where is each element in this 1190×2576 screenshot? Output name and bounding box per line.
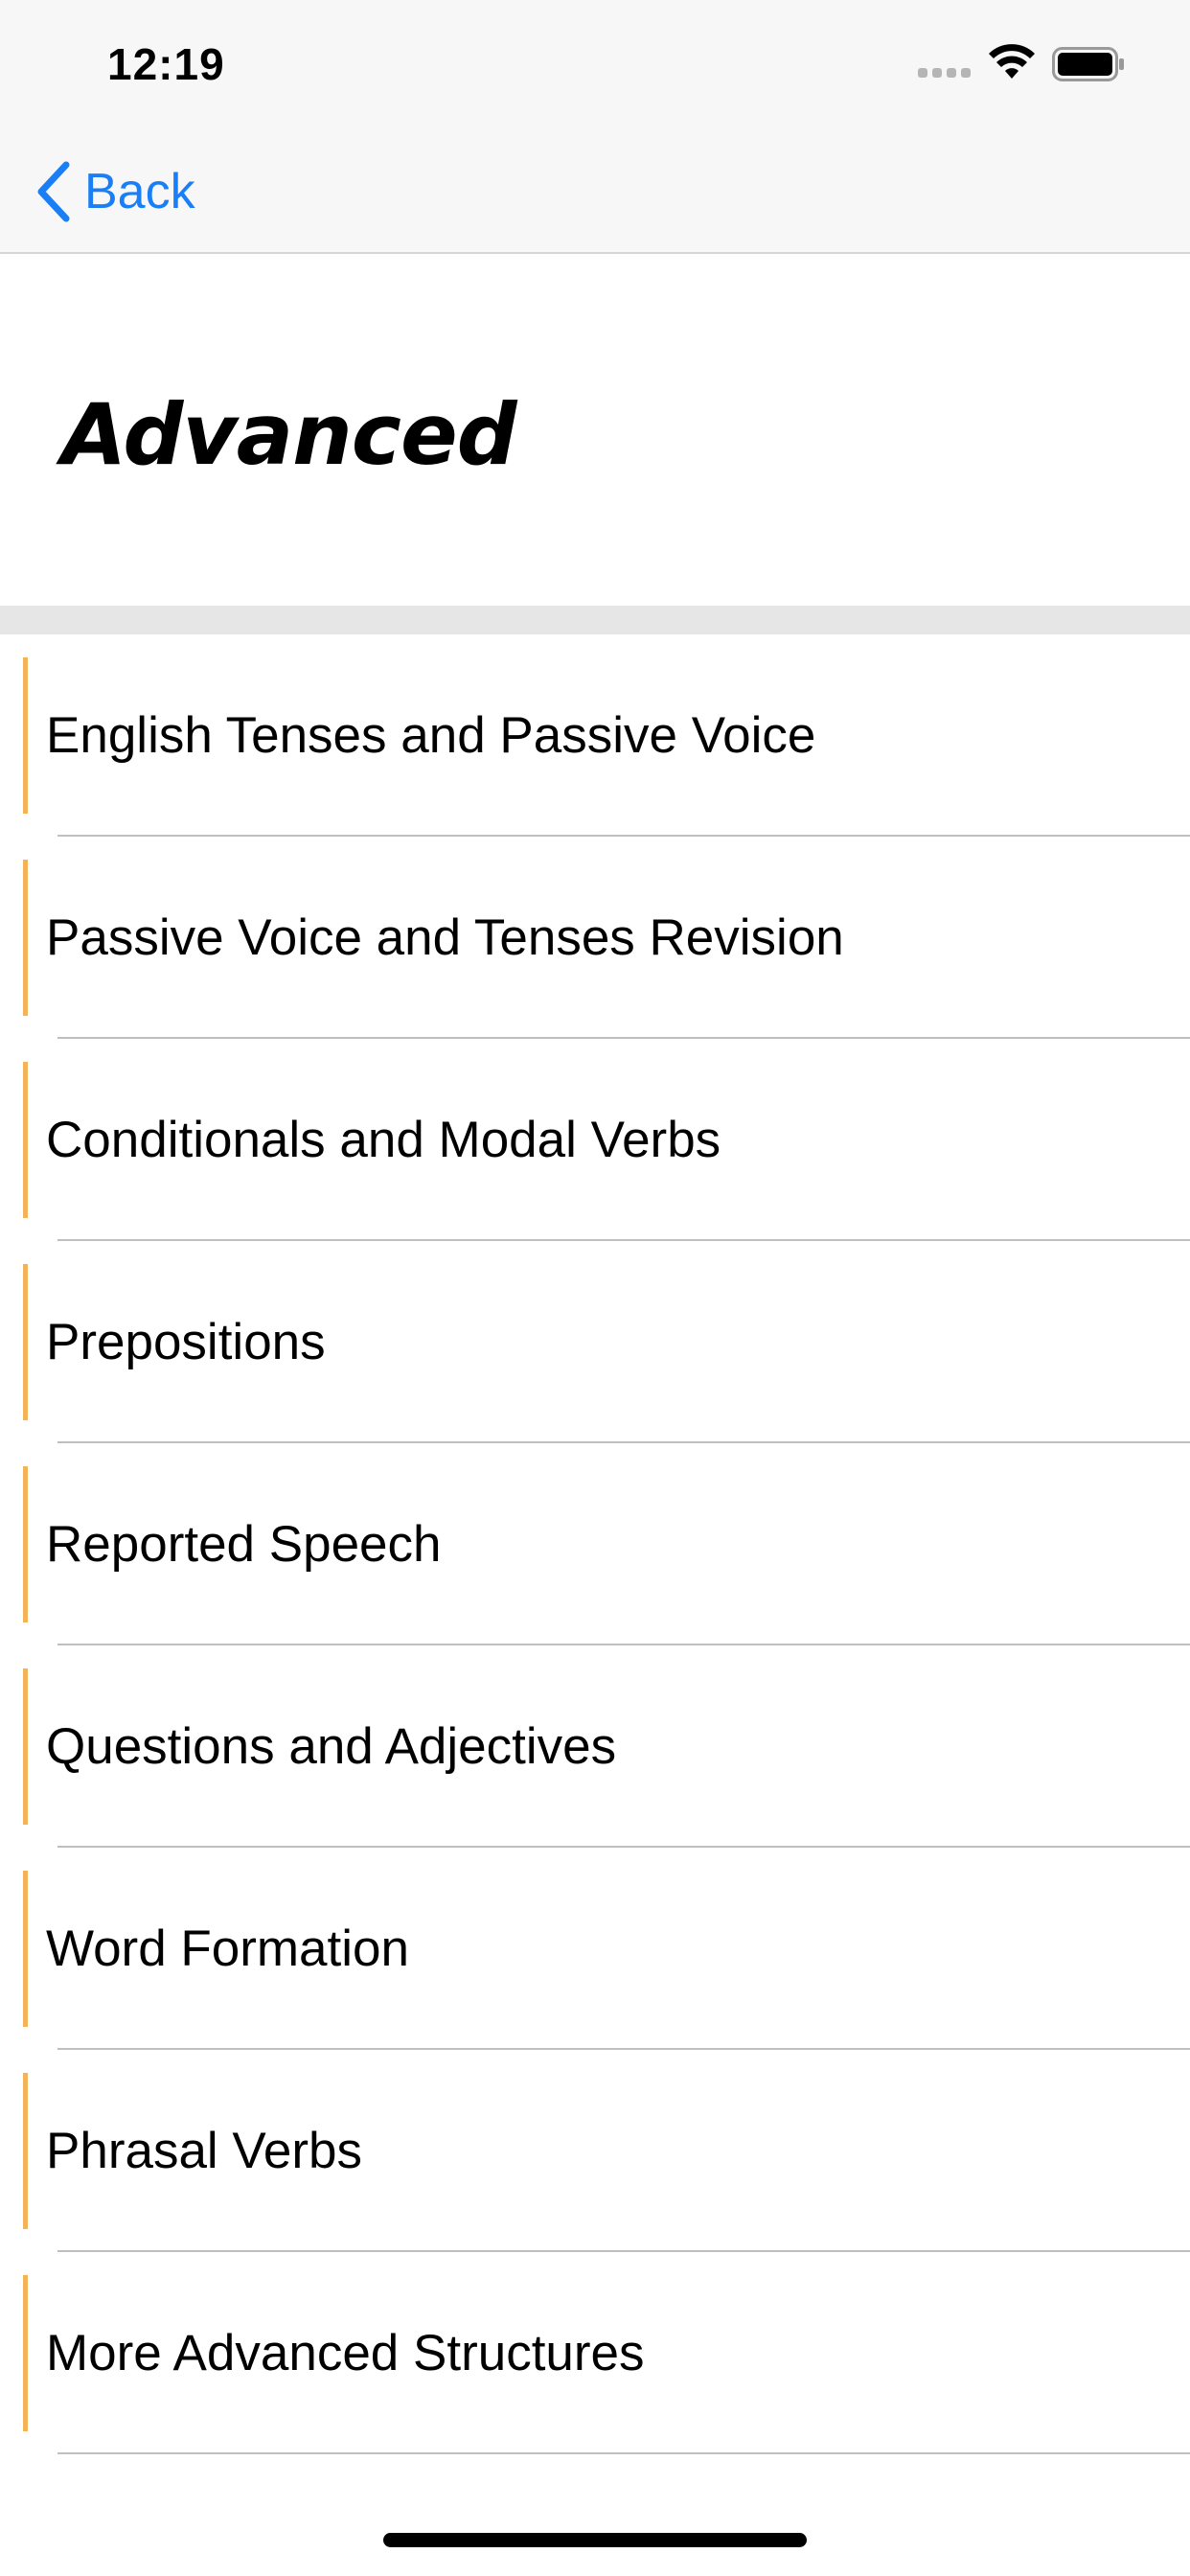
list-item[interactable]: Questions and Adjectives xyxy=(0,1645,1190,1848)
row-divider xyxy=(57,2452,1190,2454)
list-item[interactable]: Phrasal Verbs xyxy=(0,2050,1190,2252)
list-item[interactable]: Prepositions xyxy=(0,1241,1190,1443)
accent-bar xyxy=(23,2275,28,2431)
accent-bar xyxy=(23,2073,28,2229)
list-item-label: English Tenses and Passive Voice xyxy=(46,707,816,764)
list-item[interactable]: Word Formation xyxy=(0,1848,1190,2050)
list-item-label: Reported Speech xyxy=(46,1516,442,1573)
list-item[interactable]: English Tenses and Passive Voice xyxy=(0,634,1190,837)
page-header: Advanced xyxy=(0,256,1190,606)
chevron-left-icon xyxy=(37,161,70,222)
accent-bar xyxy=(23,657,28,814)
list-item-label: Questions and Adjectives xyxy=(46,1718,617,1775)
list-item-label: Conditionals and Modal Verbs xyxy=(46,1112,721,1168)
status-bar: 12:19 xyxy=(0,0,1190,125)
list-item[interactable]: Reported Speech xyxy=(0,1443,1190,1645)
list-item-label: Prepositions xyxy=(46,1314,326,1370)
accent-bar xyxy=(23,1062,28,1218)
back-label: Back xyxy=(84,164,195,219)
navigation-bar: Back xyxy=(0,125,1190,254)
section-separator xyxy=(0,606,1190,634)
list-item-label: Phrasal Verbs xyxy=(46,2123,362,2179)
accent-bar xyxy=(23,1871,28,2027)
page-title: Advanced xyxy=(61,385,517,484)
signal-icon xyxy=(918,68,971,78)
status-time: 12:19 xyxy=(107,39,225,89)
list-item-label: Word Formation xyxy=(46,1920,409,1977)
battery-icon xyxy=(1052,47,1124,81)
accent-bar xyxy=(23,860,28,1016)
accent-bar xyxy=(23,1668,28,1825)
accent-bar xyxy=(23,1264,28,1420)
list-item-label: Passive Voice and Tenses Revision xyxy=(46,909,844,966)
accent-bar xyxy=(23,1466,28,1622)
list-item[interactable]: Passive Voice and Tenses Revision xyxy=(0,837,1190,1039)
home-indicator[interactable] xyxy=(383,2533,807,2547)
list-item[interactable]: More Advanced Structures xyxy=(0,2252,1190,2454)
topic-list: English Tenses and Passive Voice Passive… xyxy=(0,634,1190,2454)
list-item-label: More Advanced Structures xyxy=(46,2325,645,2381)
wifi-icon xyxy=(989,44,1035,79)
back-button[interactable]: Back xyxy=(34,158,195,225)
list-item[interactable]: Conditionals and Modal Verbs xyxy=(0,1039,1190,1241)
